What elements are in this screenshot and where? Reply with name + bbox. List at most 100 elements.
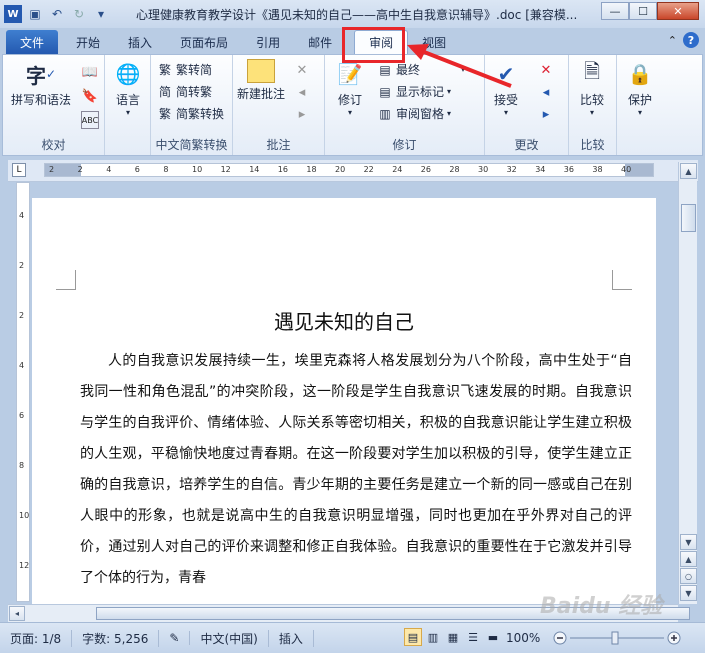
group-proofing: 字 ✓ 拼写和语法 📖 🔖 ABC 校对: [3, 55, 105, 155]
outline-view-icon[interactable]: ☰: [464, 628, 482, 646]
ruler-tick: 8: [163, 165, 169, 174]
group-protect: 🔒 保护 ▾: [617, 55, 663, 155]
full-screen-reading-icon[interactable]: ▥: [424, 628, 442, 646]
maximize-icon: ☐: [638, 4, 648, 18]
vertical-scroll-thumb[interactable]: [681, 204, 696, 232]
compare-label: 比较: [579, 93, 604, 107]
document-heading[interactable]: 遇见未知的自己: [32, 306, 656, 335]
new-comment-button[interactable]: 新建批注: [237, 59, 285, 102]
document-paragraph[interactable]: 人的自我意识发展持续一生，埃里克森将人格发展划分为八个阶段，高中生处于“自我同一…: [80, 346, 632, 594]
browse-object-icon[interactable]: ○: [680, 568, 697, 584]
customize-qat-icon[interactable]: ▾: [92, 5, 110, 23]
web-layout-icon[interactable]: ▦: [444, 628, 462, 646]
insert-mode[interactable]: 插入: [269, 629, 314, 647]
tab-insert[interactable]: 插入: [114, 30, 166, 54]
delete-comment-icon[interactable]: ✕: [293, 61, 311, 79]
word-icon[interactable]: W: [4, 5, 22, 23]
scroll-left-icon[interactable]: ◂: [9, 606, 25, 621]
scroll-down-icon[interactable]: ▼: [680, 534, 697, 550]
language-button[interactable]: 🌐 语言 ▾: [113, 59, 143, 117]
print-layout-icon[interactable]: ▤: [404, 628, 422, 646]
draft-view-icon[interactable]: ▬: [484, 628, 502, 646]
save-icon[interactable]: ▣: [26, 5, 44, 23]
ruler-tick: 18: [306, 165, 317, 174]
review-pane-button[interactable]: ▥ 审阅窗格 ▾: [377, 105, 451, 122]
previous-comment-icon[interactable]: ◂: [293, 83, 311, 101]
zoom-level[interactable]: 100%: [506, 631, 540, 645]
previous-page-icon[interactable]: ▲: [680, 551, 697, 567]
chinese-conversion-button[interactable]: 繁简繁转换: [157, 105, 224, 122]
group-comments-label: 批注: [266, 138, 291, 152]
proofing-status-icon[interactable]: ✎: [159, 631, 191, 645]
compare-icon: 🗎: [583, 59, 601, 83]
vertical-ruler[interactable]: 4 2 2 4 6 8 10 12: [16, 182, 30, 602]
simplified-to-traditional-button[interactable]: 简简转繁: [157, 83, 212, 100]
ruler-tick: 10: [192, 165, 203, 174]
minimize-button[interactable]: —: [601, 2, 629, 20]
ruler-tick: 38: [592, 165, 603, 174]
annotation-arrow: [407, 44, 512, 88]
close-button[interactable]: ✕: [657, 2, 699, 20]
word-count-icon[interactable]: ABC: [81, 111, 99, 129]
group-tracking-label: 修订: [392, 138, 417, 152]
spelling-grammar-button[interactable]: 字 ✓ 拼写和语法: [11, 59, 71, 108]
ruler-tick: 16: [277, 165, 288, 174]
horizontal-ruler[interactable]: 2 2 4 6 8 10 12 14 16 18 20 22 24 26 28 30 32 34 36 38 40: [44, 163, 654, 177]
tab-home[interactable]: 开始: [62, 30, 114, 54]
vertical-ruler-tick: 2: [19, 261, 25, 270]
review-pane-icon: ▥: [379, 106, 391, 121]
vertical-ruler-tick: 12: [19, 561, 30, 570]
ruler-tick: 22: [363, 165, 374, 174]
maximize-button[interactable]: ☐: [629, 2, 657, 20]
redo-icon[interactable]: ↻: [70, 5, 88, 23]
ruler-tick: 20: [335, 165, 346, 174]
page-count[interactable]: 页面: 1/8: [0, 629, 73, 647]
protect-button[interactable]: 🔒 保护 ▾: [625, 59, 655, 117]
spelling-label: 拼写和语法: [11, 93, 72, 107]
group-language: 🌐 语言 ▾: [105, 55, 151, 155]
thesaurus-icon[interactable]: 🔖: [81, 87, 99, 105]
tab-selector-icon[interactable]: L: [12, 163, 26, 177]
convert-icon: 繁: [158, 107, 171, 121]
tab-page-layout[interactable]: 页面布局: [166, 30, 242, 54]
next-comment-icon[interactable]: ▸: [293, 105, 311, 123]
language-status[interactable]: 中文(中国): [190, 629, 269, 647]
next-page-icon[interactable]: ▼: [680, 585, 697, 601]
document-body[interactable]: 人的自我意识发展持续一生，埃里克森将人格发展划分为八个阶段，高中生处于“自我同一…: [80, 346, 632, 594]
next-change-icon[interactable]: ▸: [537, 105, 555, 123]
tab-mailings[interactable]: 邮件: [294, 30, 346, 54]
research-icon[interactable]: 📖: [81, 63, 99, 81]
ruler-tick: 12: [220, 165, 231, 174]
ruler-tick: 4: [106, 165, 112, 174]
reject-icon[interactable]: ✕: [537, 61, 555, 79]
ruler-tick: 6: [134, 165, 140, 174]
group-changes-label: 更改: [514, 138, 539, 152]
tab-file[interactable]: 文件: [6, 30, 59, 54]
watermark: Baidu 经验: [540, 594, 663, 619]
ruler-tick: 30: [478, 165, 489, 174]
zoom-slider[interactable]: [552, 629, 682, 647]
minimize-icon: —: [609, 4, 621, 18]
group-chinese-conversion: 繁繁转简 简简转繁 繁简繁转换 中文简繁转换: [151, 55, 233, 155]
scroll-up-icon[interactable]: ▲: [680, 163, 697, 179]
convert-s2t-icon: 简: [158, 85, 171, 99]
previous-change-icon[interactable]: ◂: [537, 83, 555, 101]
show-markup-icon: ▤: [379, 84, 391, 99]
traditional-to-simplified-button[interactable]: 繁繁转简: [157, 61, 212, 78]
undo-icon[interactable]: ↶: [48, 5, 66, 23]
vertical-scrollbar[interactable]: ▲ ▼ ▲ ○ ▼: [678, 162, 697, 604]
view-buttons: ▤ ▥ ▦ ☰ ▬: [404, 628, 502, 646]
tab-references[interactable]: 引用: [242, 30, 294, 54]
help-icon[interactable]: ?: [683, 32, 699, 48]
document-page[interactable]: 遇见未知的自己 人的自我意识发展持续一生，埃里克森将人格发展划分为八个阶段，高中…: [32, 198, 656, 608]
minimize-ribbon-icon[interactable]: ⌃: [668, 34, 677, 47]
compare-button[interactable]: 🗎 比较 ▾: [577, 59, 607, 117]
vertical-ruler-tick: 4: [19, 211, 25, 220]
group-chinese-label: 中文简繁转换: [155, 138, 228, 152]
vertical-ruler-tick: 6: [19, 411, 25, 420]
word-count[interactable]: 字数: 5,256: [72, 629, 160, 647]
quick-access-toolbar: W ▣ ↶ ↻ ▾: [0, 5, 110, 23]
ruler-tick: 32: [506, 165, 517, 174]
ruler-tick: 40: [621, 165, 632, 174]
track-changes-button[interactable]: 📝 修订 ▾: [335, 59, 365, 117]
